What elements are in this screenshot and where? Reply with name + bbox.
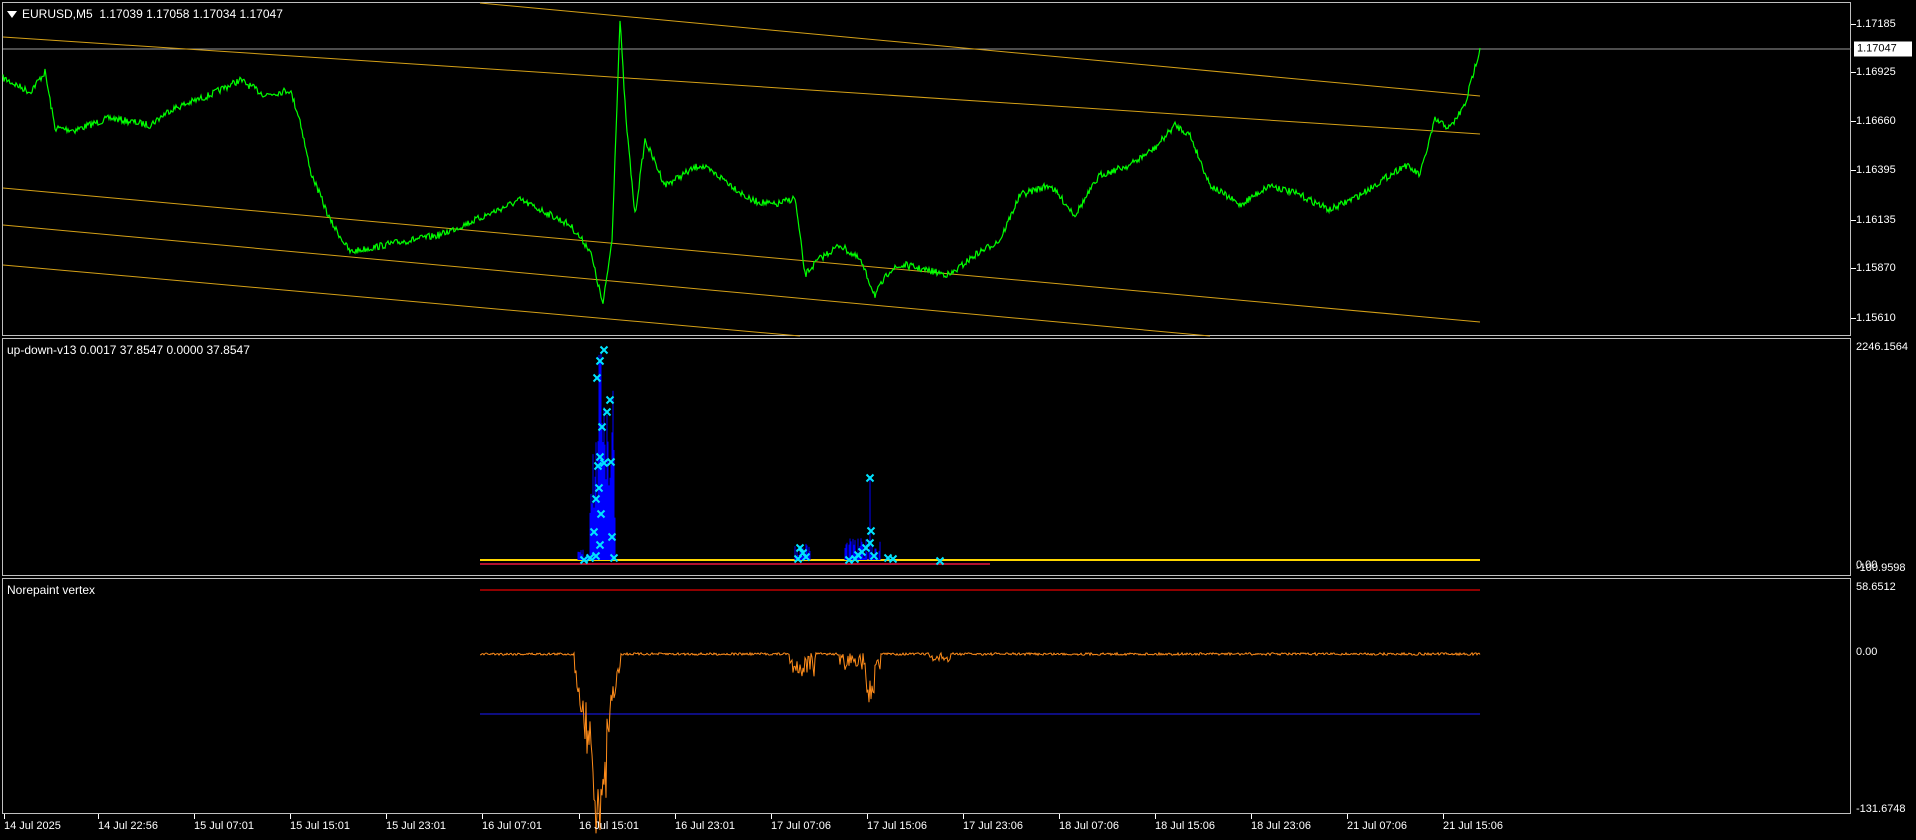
time-label: 21 Jul 07:06: [1347, 820, 1407, 832]
time-label: 18 Jul 07:06: [1059, 820, 1119, 832]
time-tick: [1347, 814, 1348, 819]
time-tick: [579, 814, 580, 819]
price-axis-label: 1.15870: [1856, 262, 1896, 274]
time-label: 18 Jul 15:06: [1155, 820, 1215, 832]
time-label: 18 Jul 23:06: [1251, 820, 1311, 832]
time-tick: [386, 814, 387, 819]
price-axis-label: 1.16660: [1856, 115, 1896, 127]
price-axis-label: 1.16395: [1856, 164, 1896, 176]
time-label: 15 Jul 23:01: [386, 820, 446, 832]
time-tick: [4, 814, 5, 819]
signal-marker: [599, 345, 609, 355]
indicator2-axis-zero: 0.00: [1856, 646, 1878, 658]
time-tick: [1155, 814, 1156, 819]
signal-marker: [602, 407, 612, 417]
time-tick: [1443, 814, 1444, 819]
chart-drawing-layer: [2, 2, 1851, 834]
time-label: 17 Jul 23:06: [963, 820, 1023, 832]
time-label: 16 Jul 07:01: [482, 820, 542, 832]
indicator2-axis-top: 58.6512: [1856, 581, 1896, 593]
time-label: 16 Jul 23:01: [675, 820, 735, 832]
price-axis-label: 1.17185: [1856, 18, 1896, 30]
time-label: 17 Jul 07:06: [771, 820, 831, 832]
oscillator-line: [480, 651, 1481, 834]
signal-marker: [605, 395, 615, 405]
time-tick: [867, 814, 868, 819]
price-axis-label: 1.16135: [1856, 214, 1896, 226]
time-label: 16 Jul 15:01: [579, 820, 639, 832]
time-label: 14 Jul 2025: [4, 820, 61, 832]
time-label: 14 Jul 22:56: [98, 820, 158, 832]
channel-line: [2, 187, 1481, 323]
signal-marker: [866, 526, 876, 536]
time-tick: [1059, 814, 1060, 819]
time-tick: [963, 814, 964, 819]
price-axis-label: 1.16925: [1856, 66, 1896, 78]
indicator2-axis-bottom: -131.6748: [1856, 803, 1906, 815]
price-axis-label: 1.15610: [1856, 312, 1896, 324]
time-tick: [675, 814, 676, 819]
time-label: 15 Jul 15:01: [290, 820, 350, 832]
time-label: 21 Jul 15:06: [1443, 820, 1503, 832]
time-tick: [98, 814, 99, 819]
time-label: 15 Jul 07:01: [194, 820, 254, 832]
current-price-tag: 1.17047: [1854, 41, 1912, 57]
price-line: [2, 20, 1481, 304]
time-label: 17 Jul 15:06: [867, 820, 927, 832]
time-tick: [1251, 814, 1252, 819]
channel-line: [2, 264, 801, 337]
time-tick: [290, 814, 291, 819]
indicator1-axis-bottom: -100.9598: [1856, 562, 1906, 574]
time-tick: [482, 814, 483, 819]
time-tick: [194, 814, 195, 819]
indicator1-axis-top: 2246.1564: [1856, 341, 1908, 353]
time-tick: [771, 814, 772, 819]
